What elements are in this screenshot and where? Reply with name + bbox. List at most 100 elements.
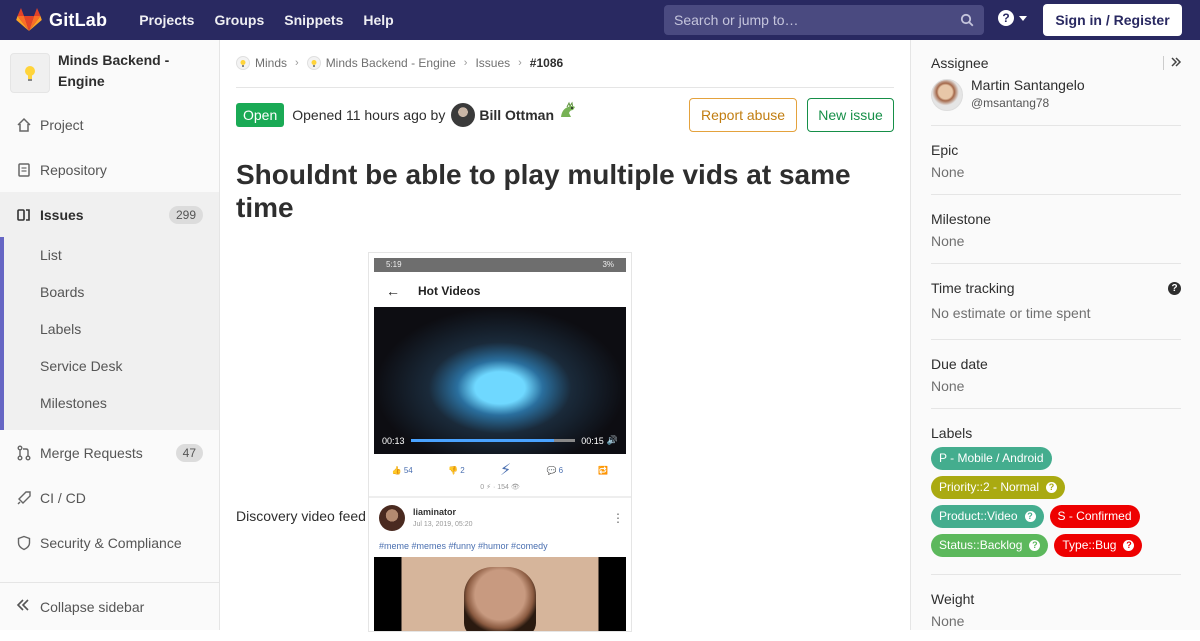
collapse-sidebar-button[interactable]: Collapse sidebar [0,582,219,630]
gitlab-logo[interactable]: GitLab [16,0,107,40]
question-circle-icon: ? [1123,540,1135,551]
assignee-block: Assignee Martin Santangelo @msantang78 [931,55,1181,126]
phone-status-bar: 5:19 3% [374,258,626,272]
label-status-backlog[interactable]: Status::Backlog? [931,534,1049,557]
sidebar-item-security[interactable]: Security & Compliance [0,520,219,565]
post-header: liaminator Jul 13, 2019, 05:20 ⋮ [379,503,624,533]
question-circle-icon: ? [1046,482,1058,493]
issue-description: Discovery video feed [236,508,366,524]
search-input[interactable] [674,12,960,28]
new-issue-button[interactable]: New issue [807,98,894,132]
sidebar-item-issues[interactable]: Issues 299 [0,192,219,237]
video-controls: 00:13 00:15 🔊 [382,435,618,446]
sidebar-item-label: Project [40,116,84,133]
time-tracking-value: No estimate or time spent [931,305,1091,321]
sidebar-subitem-service-desk[interactable]: Service Desk [40,358,122,374]
merge-requests-count-badge: 47 [175,443,203,462]
label-row: Priority::2 - Normal? [931,476,1181,499]
phone-header: ← Hot Videos [374,279,626,303]
project-avatar [10,53,50,93]
question-circle-icon: ? [1024,511,1036,522]
label-text: Product::Video [939,509,1018,523]
time-tracking-block: Time tracking ? No estimate or time spen… [931,280,1181,340]
sidebar-subitem-labels[interactable]: Labels [40,321,81,337]
avatar[interactable] [451,103,476,127]
sidebar-item-project[interactable]: Project [0,102,219,147]
breadcrumb-label: Minds [255,56,288,70]
label-s-confirmed[interactable]: S - Confirmed [1049,505,1140,528]
sign-in-button[interactable]: Sign in / Register [1043,4,1182,36]
video-frame-2 [374,557,626,631]
help-dropdown[interactable]: ? [998,10,1027,26]
nav-help[interactable]: Help [353,0,403,40]
weight-title: Weight [931,591,975,607]
sidebar-item-label: Repository [40,161,107,178]
sidebar-subitem-boards[interactable]: Boards [40,284,84,300]
sidebar-subitem-list[interactable]: List [40,247,62,263]
bolt-icon: ⚡ [499,462,512,479]
comment-count: 6 [558,465,564,475]
search-box[interactable] [664,5,984,35]
post-date: Jul 13, 2019, 05:20 [413,520,473,528]
issue-right-sidebar: Assignee Martin Santangelo @msantang78 E… [910,40,1200,630]
divider [369,496,631,498]
left-sidebar: Minds Backend - Engine Project Repositor… [0,40,220,630]
label-priority-normal[interactable]: Priority::2 - Normal? [931,476,1066,499]
arrow-left-icon: ← [386,283,400,299]
label-type-bug[interactable]: Type::Bug? [1054,534,1143,557]
views-count: 0 ⚡ · 154 👁 [480,484,520,491]
gitlab-tanuki-icon [16,8,42,31]
phone-header-title: Hot Videos [418,284,481,298]
repost-icon: 🔁 [598,465,609,475]
video-actions: 👍 54 👎 2 ⚡ 💬 6 🔁 [374,459,626,481]
brand-name: GitLab [49,9,108,30]
question-circle-icon[interactable]: ? [1168,282,1181,295]
more-vertical-icon: ⋮ [612,511,624,525]
weight-block: Weight None [931,591,1181,641]
breadcrumb-item-project[interactable]: Minds Backend - Engine [306,56,456,70]
breadcrumb-current-issue[interactable]: #1086 [530,56,563,70]
project-header[interactable]: Minds Backend - Engine [0,40,219,104]
post-tags: #meme #memes #funny #humor #comedy [379,541,548,551]
label-product-video[interactable]: Product::Video? [931,505,1044,528]
chevron-right-icon: › [295,57,299,69]
nav-snippets[interactable]: Snippets [274,0,353,40]
weight-value: None [931,613,965,629]
question-circle-icon: ? [1029,540,1041,551]
face-image [464,567,536,631]
nav-projects[interactable]: Projects [129,0,204,40]
breadcrumb-item-issues[interactable]: Issues [475,56,510,70]
assignee-handle: @msantang78 [971,96,1050,110]
phone-battery: 3% [602,260,614,269]
sidebar-subitem-milestones[interactable]: Milestones [40,395,107,411]
breadcrumb-item-group[interactable]: Minds [236,56,287,70]
author-name[interactable]: Bill Ottman [479,107,554,123]
volume-icon: 🔊 [606,435,618,445]
epic-title: Epic [931,142,959,158]
due-date-value: None [931,378,965,394]
comment-icon: 💬 6 [546,465,564,475]
home-icon [16,117,32,133]
dragon-emoji-icon [561,101,575,117]
sidebar-item-repository[interactable]: Repository [0,147,219,192]
time-tracking-title: Time tracking [931,280,1015,296]
assignee-row[interactable]: Martin Santangelo @msantang78 [931,77,1181,112]
video-duration: 00:15 [581,435,604,446]
labels-title: Labels [931,425,973,441]
label-row: Product::Video? S - Confirmed [931,505,1181,528]
sidebar-item-ci-cd[interactable]: CI / CD [0,475,219,520]
thumbs-down-icon: 👎 2 [448,465,465,475]
doc-icon [16,162,32,178]
video-progress [410,439,576,442]
milestone-title: Milestone [931,211,991,227]
sidebar-item-merge-requests[interactable]: Merge Requests 47 [0,430,219,475]
attached-screenshot[interactable]: 5:19 3% ← Hot Videos 00:13 00:15 🔊 👍 54 … [368,252,632,632]
nav-groups[interactable]: Groups [204,0,274,40]
report-abuse-button[interactable]: Report abuse [689,98,797,132]
lightbulb-icon [306,56,321,70]
thumbs-up-icon: 👍 54 [391,465,413,475]
milestone-block: Milestone None [931,211,1181,264]
label-text: P - Mobile / Android [939,451,1044,465]
label-p-mobile-android[interactable]: P - Mobile / Android [931,447,1052,470]
project-name: Minds Backend - Engine [58,52,170,89]
